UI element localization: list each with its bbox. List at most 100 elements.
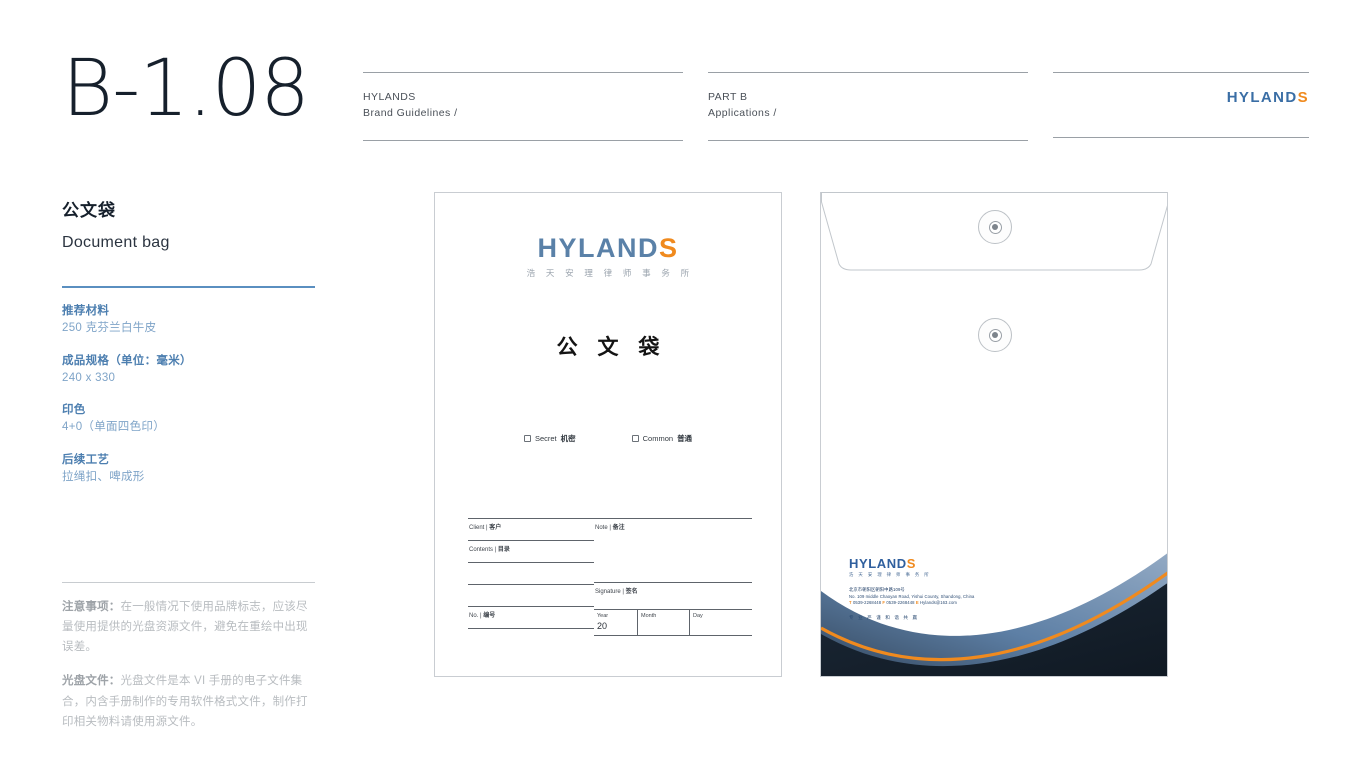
address-english: No. 109 middle Chaoyan Road, Yishui Coun… bbox=[849, 593, 975, 599]
header-line-2: Brand Guidelines / bbox=[363, 107, 458, 120]
form-label-en: Client | bbox=[469, 525, 490, 531]
form-label-cn: 目录 bbox=[497, 547, 510, 553]
form-label-cn: 编号 bbox=[483, 613, 496, 619]
header-line-2: Applications / bbox=[708, 107, 777, 120]
note-disc-files: 光盘文件：光盘文件是本 VI 手册的电子文件集合，内含手册制作的专用软件格式文件… bbox=[62, 671, 318, 731]
spec-value: 4+0（单面四色印） bbox=[62, 421, 166, 434]
logo-chinese-name: 浩 天 安 理 律 师 事 务 所 bbox=[849, 572, 931, 577]
fax-key: F bbox=[882, 600, 886, 606]
grommet-core bbox=[992, 332, 998, 338]
checkbox-icon[interactable] bbox=[631, 435, 639, 442]
logo-text-main: HYLAND bbox=[849, 556, 907, 571]
form-field-label: No. | 编号 bbox=[469, 610, 495, 619]
grommet-ring bbox=[988, 328, 1002, 342]
front-logo-block: HYLANDS 浩 天 安 理 律 师 事 务 所 bbox=[435, 235, 781, 279]
form-label-cn: 客户 bbox=[489, 525, 502, 531]
form-field-label: Signature | 签名 bbox=[595, 586, 638, 595]
checkbox-icon[interactable] bbox=[523, 435, 531, 442]
header-logo-area: HYLANDS bbox=[1053, 73, 1309, 137]
spec-divider bbox=[62, 286, 315, 288]
form-column-right: Note | 备注 Signature | 签名 Year 20 Month D… bbox=[594, 518, 752, 636]
grommet-ring bbox=[988, 220, 1002, 234]
date-cell-day[interactable]: Day bbox=[690, 610, 752, 635]
spec-label: 后续工艺 bbox=[62, 453, 110, 466]
date-label-day: Day bbox=[693, 613, 703, 619]
form-field-label: Client | 客户 bbox=[469, 522, 501, 531]
date-label-month: Month bbox=[641, 613, 657, 619]
brand-tagline: 专 业 严 谨 和 谐 共 赢 bbox=[849, 615, 919, 621]
checkbox-label-en: Secret bbox=[534, 434, 557, 443]
document-bag-back-mockup: HYLANDS 浩 天 安 理 律 师 事 务 所 北京市朝阳区朝阳中路109号… bbox=[820, 192, 1168, 677]
confidentiality-checkbox-row: Secret 机密 Common 普通 bbox=[435, 433, 781, 444]
left-info-column: B-1.08 公文袋 Document bag 推荐材料 250 克芬兰白牛皮 … bbox=[62, 50, 318, 732]
spec-label: 成品规格（单位：毫米） bbox=[62, 354, 192, 367]
fax-value: 0539-2268448 bbox=[886, 600, 915, 606]
notes-divider bbox=[62, 582, 315, 583]
spec-value: 拉绳扣、啤成形 bbox=[62, 470, 145, 483]
section-title-en: Document bag bbox=[62, 234, 170, 251]
checkbox-secret[interactable]: Secret 机密 bbox=[523, 433, 576, 444]
logo-chinese-name: 浩 天 安 理 律 师 事 务 所 bbox=[526, 268, 694, 278]
header-column-brand: HYLANDS Brand Guidelines / bbox=[363, 72, 683, 141]
form-field-number[interactable]: No. | 编号 bbox=[468, 606, 594, 628]
date-value-year: 20 bbox=[597, 621, 608, 631]
checkbox-label-cn: 机密 bbox=[560, 434, 576, 443]
bag-form-area: Client | 客户 Contents | 目录 No. | 编号 Note … bbox=[468, 518, 752, 636]
string-button-bottom-icon bbox=[978, 318, 1012, 352]
spec-item-material: 推荐材料 250 克芬兰白牛皮 bbox=[62, 303, 318, 338]
header-text: HYLANDS Brand Guidelines / bbox=[363, 73, 683, 140]
back-contact-block: HYLANDS 浩 天 安 理 律 师 事 务 所 北京市朝阳区朝阳中路109号… bbox=[849, 557, 1059, 621]
document-bag-front-mockup: HYLANDS 浩 天 安 理 律 师 事 务 所 公 文 袋 Secret 机… bbox=[434, 192, 782, 677]
logo-text-accent: S bbox=[1297, 89, 1309, 106]
header-rule-bottom bbox=[363, 140, 683, 141]
hylands-logo: HYLANDS bbox=[435, 235, 781, 262]
logo-text-accent: S bbox=[906, 556, 917, 571]
form-field-signature[interactable]: Signature | 签名 bbox=[594, 582, 752, 609]
form-label-en: No. | bbox=[469, 613, 484, 619]
bag-front-title: 公 文 袋 bbox=[556, 336, 667, 359]
date-grid: Year 20 Month Day bbox=[594, 609, 752, 635]
header-line-1: PART B bbox=[708, 91, 748, 103]
form-field-blank-2[interactable] bbox=[468, 584, 594, 606]
logo-text-main: HYLAND bbox=[537, 233, 659, 263]
hylands-logo: HYLANDS bbox=[1227, 86, 1309, 109]
address-chinese: 北京市朝阳区朝阳中路109号 bbox=[849, 587, 905, 592]
form-bottom-rule bbox=[594, 635, 752, 636]
note-label: 注意事项： bbox=[62, 601, 121, 613]
header-column-logo: HYLANDS bbox=[1053, 72, 1309, 138]
spec-label: 印色 bbox=[62, 404, 86, 416]
form-field-blank-1[interactable] bbox=[468, 562, 594, 584]
form-field-note[interactable]: Note | 备注 bbox=[594, 518, 752, 582]
email-value: Hylands@163.com bbox=[920, 600, 957, 606]
form-field-label: Note | 备注 bbox=[595, 522, 625, 531]
header-rule-bottom bbox=[708, 140, 1028, 141]
tel-value: 0539-2268448 bbox=[852, 600, 882, 606]
checkbox-common[interactable]: Common 普通 bbox=[631, 433, 692, 444]
header-rule-bottom bbox=[1053, 137, 1309, 138]
header-text: PART B Applications / bbox=[708, 73, 1028, 140]
form-label-en: Signature | bbox=[595, 589, 626, 595]
logo-text-accent: S bbox=[658, 233, 679, 263]
form-field-client[interactable]: Client | 客户 bbox=[468, 518, 594, 540]
section-title-cn: 公文袋 bbox=[62, 201, 116, 220]
logo-text-main: HYLAND bbox=[1226, 89, 1298, 106]
form-field-contents[interactable]: Contents | 目录 bbox=[468, 540, 594, 562]
form-label-cn: 备注 bbox=[612, 525, 625, 531]
note-label: 光盘文件： bbox=[62, 675, 121, 688]
spec-item-printing: 印色 4+0（单面四色印） bbox=[62, 402, 318, 437]
spec-label: 推荐材料 bbox=[62, 305, 110, 317]
string-button-top-icon bbox=[978, 210, 1012, 244]
form-bottom-rule bbox=[468, 628, 594, 629]
spec-value: 240 x 330 bbox=[62, 371, 116, 384]
contact-line: T 0539-2268448 F 0539-2268448 E Hylands@… bbox=[849, 600, 1059, 607]
date-cell-year[interactable]: Year 20 bbox=[594, 610, 638, 635]
form-label-en: Note | bbox=[595, 525, 613, 531]
email-key: E bbox=[915, 600, 919, 606]
date-label-year: Year bbox=[597, 613, 609, 619]
grommet-core bbox=[992, 224, 998, 230]
spec-item-size: 成品规格（单位：毫米） 240 x 330 bbox=[62, 353, 318, 388]
checkbox-label-en: Common bbox=[642, 434, 674, 443]
note-attention: 注意事项：在一般情况下使用品牌标志，应该尽量使用提供的光盘资源文件，避免在重绘中… bbox=[62, 597, 318, 657]
tel-key: T bbox=[849, 600, 852, 606]
date-cell-month[interactable]: Month bbox=[638, 610, 690, 635]
